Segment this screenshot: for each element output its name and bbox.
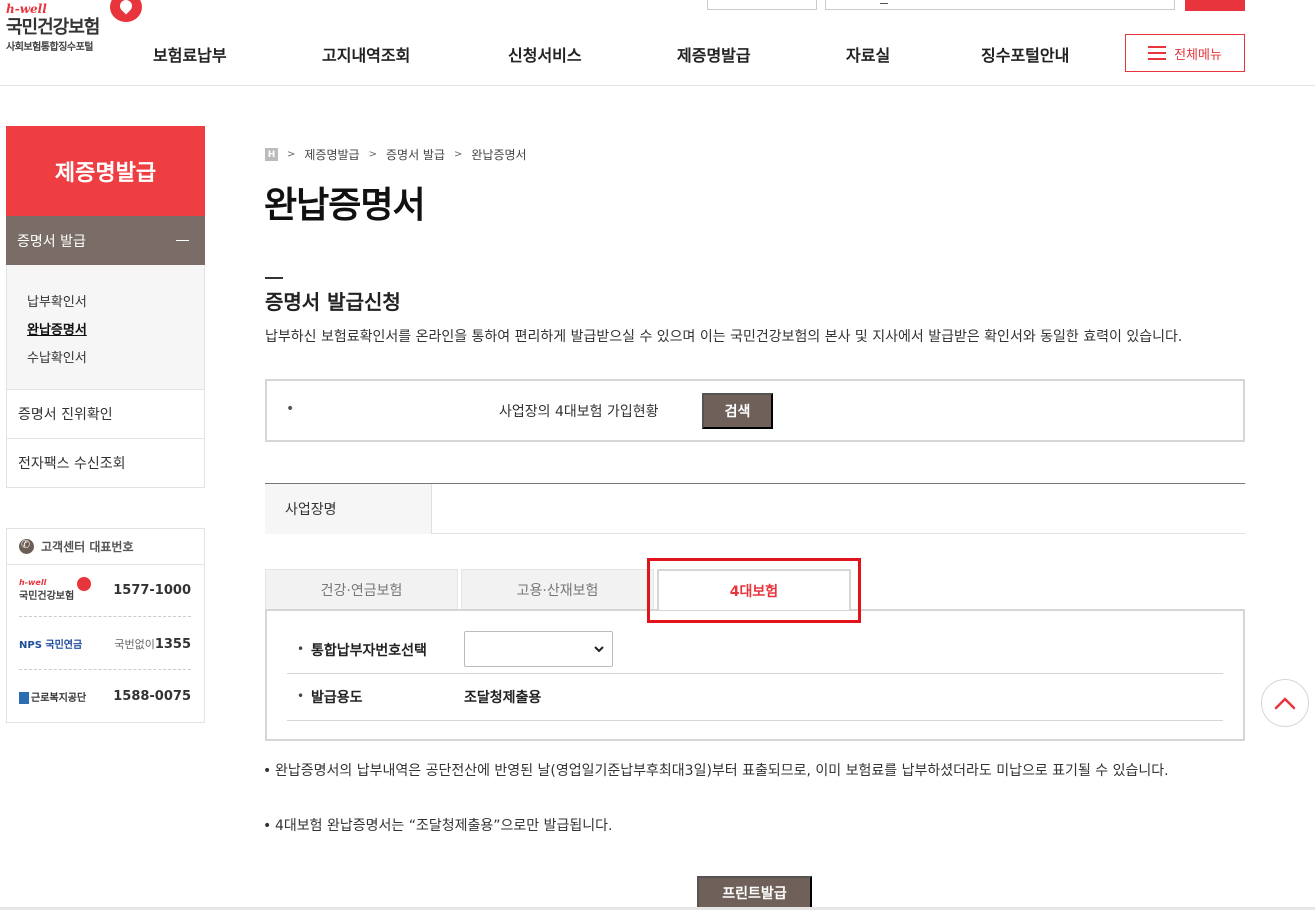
customer-center-row-comwel: 근로복지공단 1588-0075	[19, 671, 191, 723]
section-description: 납부하신 보험료확인서를 온라인을 통하여 편리하게 발급받으실 수 있으며 이…	[265, 329, 1183, 345]
home-icon[interactable]: H	[265, 148, 278, 161]
customer-center-number: 1577-1000	[113, 583, 191, 598]
collapse-minus-icon	[176, 240, 189, 241]
tab-panel: • 통합납부자번호선택 • 발급용도 조달청제출용	[265, 609, 1245, 741]
phone-icon	[19, 538, 34, 554]
business-search-box: • 사업장의 4대보험 가입현황 검색	[265, 379, 1245, 442]
scroll-top-button[interactable]	[1261, 679, 1309, 727]
sidebar-item-receipt-confirmation[interactable]: 수납확인서	[27, 347, 87, 366]
bullet-icon: •	[263, 763, 272, 779]
breadcrumb-current: 완납증명서	[471, 148, 527, 162]
form-row-purpose: • 발급용도 조달청제출용	[287, 675, 1223, 721]
section-title: 증명서 발급신청	[265, 290, 401, 314]
customer-center-row-nhis: h-well 국민건강보험 1577-1000	[19, 565, 191, 617]
chevron-right-icon: >	[287, 149, 296, 160]
top-select-box[interactable]	[707, 0, 817, 10]
heart-logo-icon	[110, 0, 142, 22]
top-search-input[interactable]	[825, 0, 1175, 10]
nav-item-portal-guide[interactable]: 징수포털안내	[981, 42, 1069, 66]
bullet-icon: •	[297, 642, 305, 656]
sidebar-item-efax-inquiry[interactable]: 전자팩스 수신조회	[6, 439, 205, 488]
logo-subtitle: 사회보험통합징수포털	[6, 42, 94, 53]
tab-health-pension[interactable]: 건강·연금보험	[265, 569, 458, 610]
nav-item-certificates[interactable]: 제증명발급	[677, 42, 751, 66]
customer-center-header: 고객센터 대표번호	[7, 529, 204, 565]
breadcrumb: H > 제증명발급 > 증명서 발급 > 완납증명서	[265, 146, 527, 163]
print-issue-button[interactable]: 프린트발급	[697, 876, 812, 910]
nav-item-resources[interactable]: 자료실	[846, 42, 890, 66]
chevron-right-icon: >	[368, 149, 377, 160]
site-header: h-well 국민건강보험 사회보험통합징수포털 보험료납부 고지내역조회 신청…	[0, 0, 1315, 86]
sidebar-group-label: 증명서 발급	[17, 233, 86, 250]
nhis-logo: h-well 국민건강보험	[19, 578, 75, 603]
bullet-icon: •	[263, 818, 272, 834]
business-name-row: 사업장명	[265, 483, 1245, 534]
nav-item-payment[interactable]: 보험료납부	[153, 42, 227, 66]
chevron-down-icon	[594, 646, 604, 653]
customer-center-box: 고객센터 대표번호 h-well 국민건강보험 1577-1000 NPS 국민…	[6, 528, 205, 723]
customer-center-row-nps: NPS 국민연금 국번없이1355	[19, 618, 191, 670]
logo-name: 국민건강보험	[6, 17, 100, 38]
tab-employment-accident[interactable]: 고용·산재보험	[461, 569, 654, 610]
site-logo[interactable]: h-well 국민건강보험 사회보험통합징수포털	[6, 0, 146, 56]
tab-highlight-box	[647, 558, 861, 623]
bullet-icon: •	[286, 401, 295, 417]
customer-center-title: 고객센터 대표번호	[41, 540, 134, 554]
all-menu-label: 전체메뉴	[1174, 47, 1222, 63]
payer-number-label: 통합납부자번호선택	[311, 643, 427, 659]
sidebar-item-payment-confirmation[interactable]: 납부확인서	[27, 291, 87, 310]
sidebar-group-certificate-issue[interactable]: 증명서 발급	[6, 216, 205, 265]
search-button[interactable]: 검색	[702, 393, 773, 429]
business-name-label: 사업장명	[265, 484, 432, 534]
top-search-button[interactable]	[1185, 0, 1245, 11]
customer-center-number: 국번없이1355	[114, 637, 191, 652]
notice-item: • 완납증명서의 납부내역은 공단전산에 반영된 날(영업일기준납부후최대3일)…	[263, 763, 1169, 779]
search-label: 사업장의 4대보험 가입현황	[499, 404, 659, 420]
chevron-right-icon: >	[454, 149, 463, 160]
nav-item-notice-inquiry[interactable]: 고지내역조회	[322, 42, 410, 66]
purpose-label: 발급용도	[311, 690, 363, 706]
sidebar-title: 제증명발급	[6, 126, 205, 216]
sidebar-item-full-payment-certificate[interactable]: 완납증명서	[27, 319, 87, 338]
customer-center-number: 1588-0075	[113, 689, 191, 704]
nps-logo: NPS 국민연금	[19, 640, 83, 651]
breadcrumb-item[interactable]: 제증명발급	[304, 146, 359, 163]
page-title: 완납증명서	[264, 185, 426, 226]
breadcrumb-item[interactable]: 증명서 발급	[386, 146, 445, 163]
chevron-up-icon	[1274, 697, 1296, 710]
bullet-icon: •	[297, 689, 305, 703]
nav-item-application[interactable]: 신청서비스	[508, 42, 582, 66]
payer-number-select[interactable]	[464, 631, 613, 667]
comwel-logo-icon	[19, 692, 29, 704]
section-title-bar	[265, 277, 283, 279]
sidebar-item-authenticity-check[interactable]: 증명서 진위확인	[6, 390, 205, 439]
purpose-value: 조달청제출용	[464, 690, 542, 706]
notice-item: • 4대보험 완납증명서는 “조달청제출용”으로만 발급됩니다.	[263, 818, 613, 834]
hamburger-icon	[1148, 46, 1167, 60]
form-row-payer-number: • 통합납부자번호선택	[287, 628, 1223, 674]
heart-logo-icon	[77, 577, 91, 591]
sidebar-submenu: 납부확인서 완납증명서 수납확인서	[6, 265, 205, 390]
comwel-logo: 근로복지공단	[19, 689, 86, 704]
all-menu-button[interactable]: 전체메뉴	[1125, 34, 1245, 72]
